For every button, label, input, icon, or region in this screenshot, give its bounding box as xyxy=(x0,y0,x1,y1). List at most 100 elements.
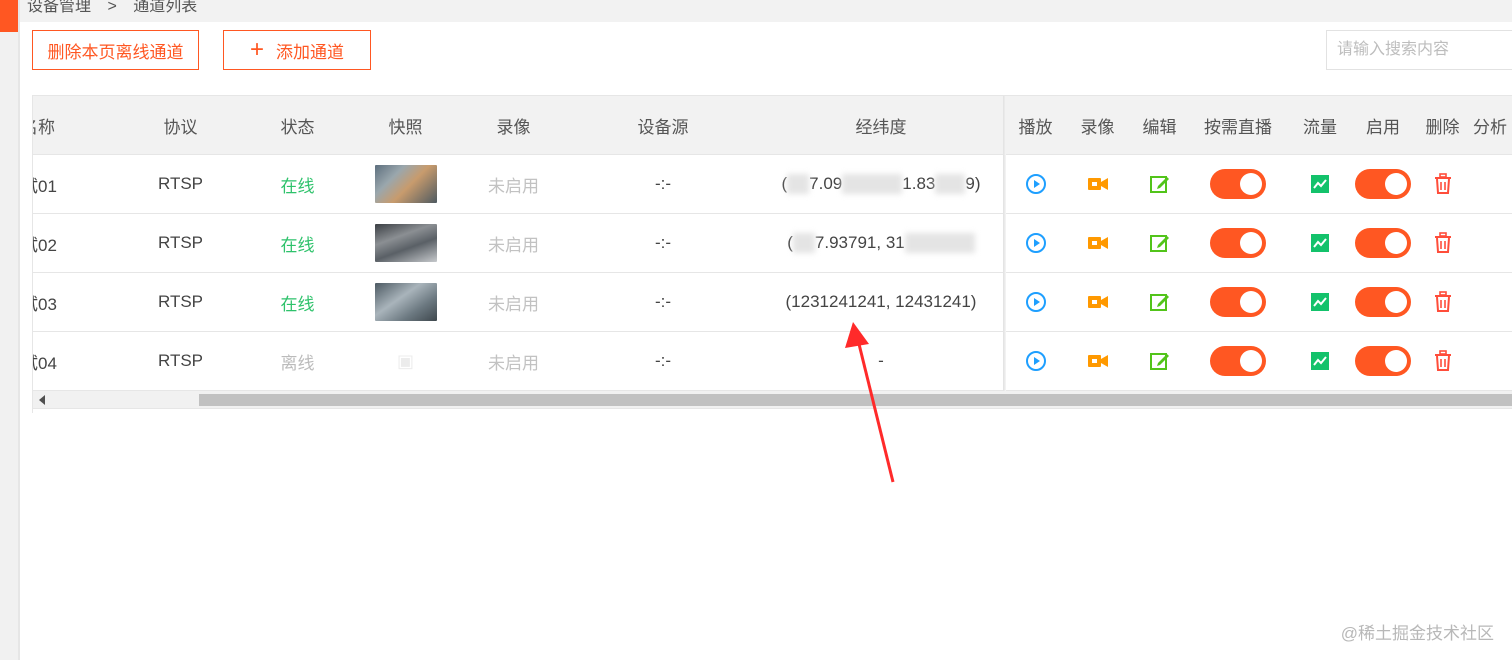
on-demand-live-toggle-cell xyxy=(1193,273,1283,331)
record-button[interactable] xyxy=(1070,332,1125,390)
horizontal-scrollbar[interactable] xyxy=(33,391,1512,409)
header-snapshot[interactable]: 快照 xyxy=(358,96,453,154)
blurred-region xyxy=(842,174,903,194)
edit-button[interactable] xyxy=(1132,214,1187,272)
header-analysis: 分析 xyxy=(1473,117,1507,137)
delete-button[interactable] xyxy=(1415,155,1470,213)
play-circle-icon xyxy=(1025,350,1047,372)
table-row: 试03 RTSP 在线 未启用 -:- (1231241241, 1243124… xyxy=(33,273,1512,332)
breadcrumb-separator: > xyxy=(107,0,117,15)
on-demand-live-toggle[interactable] xyxy=(1210,228,1266,258)
channel-name: 试03 xyxy=(33,294,57,314)
edit-icon xyxy=(1149,350,1171,372)
delete-offline-channels-button[interactable]: 删除本页离线通道 xyxy=(32,30,199,70)
channel-protocol: RTSP xyxy=(157,233,204,252)
device-source: -:- xyxy=(654,233,672,252)
recording-status: 未启用 xyxy=(488,294,539,314)
blurred-region xyxy=(904,233,975,253)
header-delete: 删除 xyxy=(1425,117,1460,137)
header-status[interactable]: 状态 xyxy=(250,96,345,154)
delete-button[interactable] xyxy=(1415,214,1470,272)
header-traffic: 流量 xyxy=(1303,117,1337,137)
edit-button[interactable] xyxy=(1132,273,1187,331)
header-edit: 编辑 xyxy=(1142,117,1177,137)
trash-icon xyxy=(1433,350,1453,372)
add-channel-label: 添加通道 xyxy=(276,42,344,62)
snapshot-thumbnail[interactable] xyxy=(374,283,437,321)
delete-button[interactable] xyxy=(1415,273,1470,331)
channel-status: 在线 xyxy=(280,176,315,196)
edit-button[interactable] xyxy=(1132,155,1187,213)
table-header: 名称 协议 状态 快照 录像 设备源 经纬度 播放 录像 编辑 按需直播 流量 … xyxy=(33,96,1512,155)
header-recording[interactable]: 录像 xyxy=(466,96,561,154)
edit-button[interactable] xyxy=(1132,332,1187,390)
traffic-button[interactable] xyxy=(1291,273,1349,331)
line-chart-icon xyxy=(1310,174,1330,194)
watermark: @稀土掘金技术社区 xyxy=(1340,624,1494,643)
header-record: 录像 xyxy=(1080,117,1115,137)
play-circle-icon xyxy=(1025,232,1047,254)
snapshot-thumbnail[interactable] xyxy=(374,224,437,262)
play-button[interactable] xyxy=(1008,332,1063,390)
enable-toggle[interactable] xyxy=(1355,346,1411,376)
delete-button[interactable] xyxy=(1415,332,1470,390)
device-source: -:- xyxy=(654,292,672,311)
on-demand-live-toggle[interactable] xyxy=(1210,169,1266,199)
snapshot-cell: ▣ xyxy=(358,332,453,390)
breadcrumb-parent[interactable]: 设备管理 xyxy=(27,0,91,15)
record-button[interactable] xyxy=(1070,214,1125,272)
search-input[interactable] xyxy=(1326,30,1512,70)
add-channel-button[interactable]: + 添加通道 xyxy=(223,30,371,70)
traffic-button[interactable] xyxy=(1291,332,1349,390)
edit-icon xyxy=(1149,173,1171,195)
annotation-arrow-icon xyxy=(845,322,895,483)
header-device-source[interactable]: 设备源 xyxy=(603,96,723,154)
record-button[interactable] xyxy=(1070,273,1125,331)
geo-part-a: 7.09 xyxy=(809,174,843,193)
channel-protocol: RTSP xyxy=(157,174,204,193)
fixed-column-shadow xyxy=(1003,96,1006,391)
channel-protocol: RTSP xyxy=(157,351,204,370)
enable-toggle-cell xyxy=(1353,332,1413,390)
on-demand-live-toggle[interactable] xyxy=(1210,346,1266,376)
line-chart-icon xyxy=(1310,233,1330,253)
line-chart-icon xyxy=(1310,292,1330,312)
header-name[interactable]: 名称 xyxy=(33,96,91,154)
header-play: 播放 xyxy=(1018,117,1053,137)
left-sidebar-edge xyxy=(0,0,18,660)
play-button[interactable] xyxy=(1008,214,1063,272)
table-row: 试04 RTSP 离线 ▣ 未启用 -:- - xyxy=(33,332,1512,391)
geo-part-c: 9) xyxy=(965,174,981,193)
traffic-button[interactable] xyxy=(1291,214,1349,272)
play-circle-icon xyxy=(1025,291,1047,313)
on-demand-live-toggle[interactable] xyxy=(1210,287,1266,317)
channel-name: 试02 xyxy=(33,235,57,255)
geo-part-b: 1.83 xyxy=(902,174,936,193)
trash-icon xyxy=(1433,173,1453,195)
header-geo[interactable]: 经纬度 xyxy=(751,96,1011,154)
enable-toggle-cell xyxy=(1353,214,1413,272)
play-button[interactable] xyxy=(1008,273,1063,331)
scroll-left-arrow-icon[interactable] xyxy=(39,395,45,405)
channel-protocol: RTSP xyxy=(157,292,204,311)
blurred-region xyxy=(792,233,815,253)
enable-toggle[interactable] xyxy=(1355,228,1411,258)
record-button[interactable] xyxy=(1070,155,1125,213)
plus-icon: + xyxy=(249,36,264,63)
on-demand-live-toggle-cell xyxy=(1193,214,1283,272)
play-button[interactable] xyxy=(1008,155,1063,213)
line-chart-icon xyxy=(1310,351,1330,371)
sidebar-divider xyxy=(18,0,20,660)
edit-icon xyxy=(1149,291,1171,313)
snapshot-cell xyxy=(358,214,453,272)
enable-toggle[interactable] xyxy=(1355,169,1411,199)
geo-part-a: 7.93791, 31 xyxy=(814,233,905,252)
video-camera-icon xyxy=(1087,294,1109,310)
device-source: -:- xyxy=(654,174,672,193)
traffic-button[interactable] xyxy=(1291,155,1349,213)
delete-offline-label: 删除本页离线通道 xyxy=(47,42,184,62)
recording-status: 未启用 xyxy=(488,176,539,196)
enable-toggle[interactable] xyxy=(1355,287,1411,317)
header-protocol[interactable]: 协议 xyxy=(133,96,228,154)
snapshot-thumbnail[interactable] xyxy=(374,165,437,203)
